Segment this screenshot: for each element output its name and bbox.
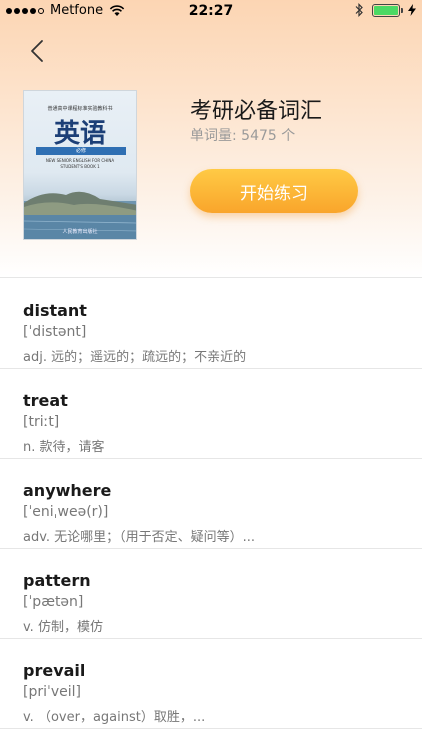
word-text: prevail bbox=[23, 661, 86, 680]
word-phonetic: [ˈdistənt] bbox=[23, 324, 87, 340]
word-meaning: v. 仿制，模仿 bbox=[23, 620, 103, 635]
word-meaning: v. （over，against）取胜，... bbox=[23, 710, 206, 725]
start-practice-button[interactable]: 开始练习 bbox=[190, 169, 358, 213]
cover-subtitle-2: STUDENT'S BOOK 1 bbox=[60, 164, 100, 169]
word-phonetic: [triːt] bbox=[23, 414, 60, 430]
bluetooth-icon bbox=[355, 3, 363, 17]
cover-publisher: 人民教育出版社 bbox=[62, 229, 98, 235]
word-meaning: n. 款待，请客 bbox=[23, 440, 105, 455]
word-count: 单词量: 5475 个 bbox=[190, 128, 296, 144]
cover-top-text: 普通高中课程标准实验教科书 bbox=[47, 106, 113, 112]
word-row[interactable]: pattern [ˈpætən] v. 仿制，模仿 bbox=[0, 549, 422, 639]
cover-subtitle: NEW SENIOR ENGLISH FOR CHINA bbox=[45, 158, 115, 163]
word-meaning: adj. 远的；遥远的；疏远的；不亲近的 bbox=[23, 350, 247, 365]
word-text: pattern bbox=[23, 571, 91, 590]
status-right bbox=[354, 3, 416, 17]
word-row[interactable]: treat [triːt] n. 款待，请客 bbox=[0, 369, 422, 459]
battery-icon bbox=[372, 3, 403, 17]
word-meaning: adv. 无论哪里；（用于否定、疑问等）... bbox=[23, 530, 256, 545]
cover-title: 英语 bbox=[53, 119, 106, 149]
word-row[interactable]: distant [ˈdistənt] adj. 远的；遥远的；疏远的；不亲近的 bbox=[0, 279, 422, 369]
charging-icon bbox=[408, 4, 416, 16]
back-button[interactable] bbox=[24, 36, 50, 66]
word-text: distant bbox=[23, 301, 87, 320]
word-row[interactable]: anywhere [ˈeniˌweə(r)] adv. 无论哪里；（用于否定、疑… bbox=[0, 459, 422, 549]
book-cover: 普通高中课程标准实验教科书 英语 必修 NEW SENIOR ENGLISH F… bbox=[23, 90, 137, 240]
word-list: distant [ˈdistənt] adj. 远的；遥远的；疏远的；不亲近的 … bbox=[0, 279, 422, 729]
word-phonetic: [ˈeniˌweə(r)] bbox=[23, 504, 109, 520]
cover-band: 必修 bbox=[36, 147, 126, 155]
chevron-left-icon bbox=[31, 40, 43, 62]
word-phonetic: [priˈveil] bbox=[23, 684, 81, 700]
book-title: 考研必备词汇 bbox=[190, 99, 323, 124]
word-text: anywhere bbox=[23, 481, 112, 500]
word-text: treat bbox=[23, 391, 68, 410]
status-bar: Metfone 22:27 bbox=[0, 0, 422, 22]
word-row[interactable]: prevail [priˈveil] v. （over，against）取胜，.… bbox=[0, 639, 422, 729]
header: Metfone 22:27 普通高中课程标准实验教科书 英语 必修 NEW SE bbox=[0, 0, 422, 278]
word-phonetic: [ˈpætən] bbox=[23, 594, 84, 610]
